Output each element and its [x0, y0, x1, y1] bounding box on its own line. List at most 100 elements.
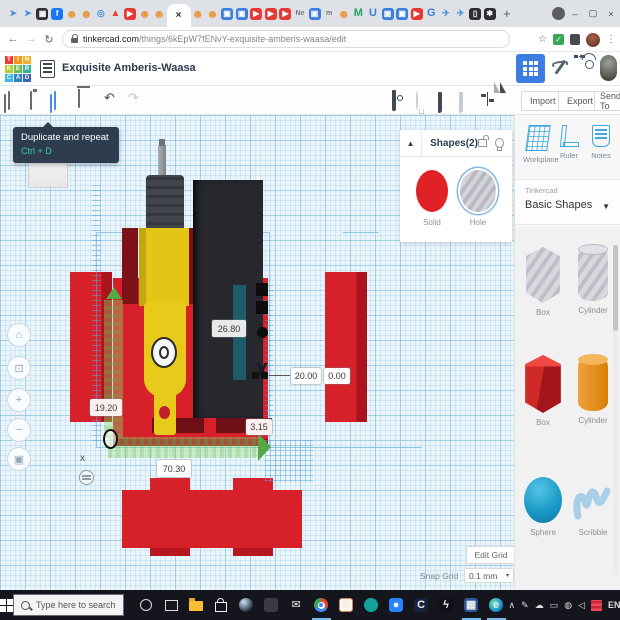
- tab-blue-app[interactable]: ▣: [234, 0, 249, 27]
- window-close-button[interactable]: ×: [602, 0, 620, 27]
- bookmark-star-icon[interactable]: ☆: [538, 34, 547, 45]
- back-button[interactable]: ←: [4, 33, 22, 45]
- tab-classroom-person[interactable]: ☻: [79, 0, 94, 27]
- move-handle[interactable]: [79, 470, 94, 485]
- tab-lightblue-app[interactable]: ✈: [453, 0, 468, 27]
- display-icon[interactable]: ▭: [550, 600, 559, 611]
- tab-youtube[interactable]: ▶: [249, 0, 264, 27]
- tab-blue-app[interactable]: ▣: [307, 0, 322, 27]
- meet-icon[interactable]: ●: [384, 590, 409, 620]
- browser-profile-icon[interactable]: [552, 7, 565, 20]
- show-all-shape-icon[interactable]: [392, 92, 396, 110]
- app-c-icon[interactable]: C: [409, 590, 434, 620]
- vertical-measure-band[interactable]: [104, 300, 123, 438]
- tab-dark-phone[interactable]: ▯: [468, 0, 483, 27]
- gallery-hole-cylinder[interactable]: Cylinder: [568, 247, 618, 315]
- extension-dark-icon[interactable]: [570, 34, 580, 45]
- home-view-button[interactable]: ⌂: [7, 323, 31, 347]
- design-menu-icon[interactable]: [40, 60, 55, 78]
- hole-swatch[interactable]: [460, 170, 496, 212]
- gallery-sphere[interactable]: Sphere: [518, 477, 568, 537]
- tab-office-grid[interactable]: ▦: [35, 0, 50, 27]
- window-minimize-button[interactable]: –: [566, 0, 584, 27]
- dimension-offset-input[interactable]: 20.00: [291, 368, 321, 384]
- tab-classroom-person[interactable]: ☻: [137, 0, 152, 27]
- undo-button[interactable]: ↶: [104, 90, 115, 106]
- new-tab-button[interactable]: +: [503, 6, 511, 21]
- delete-button[interactable]: [78, 90, 80, 108]
- redo-button[interactable]: ↷: [128, 90, 139, 106]
- workplane-view-button[interactable]: ▣: [7, 447, 31, 471]
- browser-menu-icon[interactable]: ⋮: [606, 34, 616, 45]
- store-icon[interactable]: [209, 590, 234, 620]
- notes-tool[interactable]: Notes: [586, 125, 616, 160]
- tab-blue-u[interactable]: U: [366, 0, 381, 27]
- scale-handle[interactable]: [252, 372, 259, 379]
- tray-red-app-icon[interactable]: [591, 600, 602, 611]
- reload-button[interactable]: ↻: [40, 33, 58, 46]
- snap-grid-dropdown[interactable]: 0.1 mm▾: [464, 568, 514, 583]
- teal-app-icon[interactable]: [359, 590, 384, 620]
- copy-button[interactable]: [8, 92, 10, 110]
- edge-icon[interactable]: e: [484, 590, 509, 620]
- bolt-app-icon[interactable]: ϟ: [434, 590, 459, 620]
- window-maximize-button[interactable]: ▢: [584, 0, 602, 27]
- tab-blue-app[interactable]: ▣: [380, 0, 395, 27]
- tinkercad-logo[interactable]: TINKERCAD: [5, 56, 31, 82]
- tab-blue-app[interactable]: ▣: [220, 0, 235, 27]
- tab-classroom-person[interactable]: ☻: [64, 0, 79, 27]
- tab-classroom-person[interactable]: ☻: [152, 0, 167, 27]
- dimension-height-input[interactable]: 26.80: [212, 320, 246, 337]
- bulb-icon[interactable]: [495, 138, 504, 148]
- model-right-red-panel[interactable]: [325, 272, 367, 422]
- start-button[interactable]: [0, 590, 13, 620]
- onedrive-icon[interactable]: ☁: [535, 600, 544, 611]
- tray-expand-icon[interactable]: ∧: [509, 600, 516, 611]
- zoom-out-button[interactable]: −: [7, 418, 31, 442]
- tab-youtube[interactable]: ▶: [264, 0, 279, 27]
- tab-youtube[interactable]: ▶: [409, 0, 424, 27]
- tab-youtube[interactable]: ▶: [278, 0, 293, 27]
- taskbar-search-input[interactable]: Type here to search: [13, 594, 124, 616]
- tab-blue-app[interactable]: ▣: [395, 0, 410, 27]
- model-gray-cylinder[interactable]: [146, 175, 184, 231]
- tab-classroom-person[interactable]: ☻: [191, 0, 206, 27]
- tab-google-g[interactable]: G: [424, 0, 439, 27]
- paste-button[interactable]: [30, 92, 32, 110]
- model-bottom-red-plate[interactable]: [122, 490, 302, 548]
- lock-icon[interactable]: [478, 139, 487, 147]
- duplicate-button[interactable]: [54, 92, 56, 110]
- tab-green-m[interactable]: M: [351, 0, 366, 27]
- task-view-icon[interactable]: [159, 590, 184, 620]
- network-icon[interactable]: ◍: [564, 600, 572, 611]
- gallery-red-box[interactable]: Box: [518, 355, 568, 427]
- workplane-tool[interactable]: Workplane: [523, 125, 553, 164]
- chrome-icon[interactable]: [309, 590, 334, 620]
- gallery-hole-box[interactable]: Box: [518, 247, 568, 317]
- tab-classroom-person[interactable]: ☻: [336, 0, 351, 27]
- tab-text-ne[interactable]: Ne: [293, 0, 308, 27]
- design-title[interactable]: Exquisite Amberis-Waasa: [62, 62, 196, 74]
- tab-tinkercad-active[interactable]: ×: [167, 4, 191, 27]
- 3d-design-mode-button[interactable]: [516, 54, 545, 83]
- dimension-zero-input[interactable]: 0.00: [324, 368, 350, 384]
- tab-youtube[interactable]: ▶: [123, 0, 138, 27]
- dark-app-icon[interactable]: [259, 590, 284, 620]
- model-yellow-box[interactable]: [139, 228, 189, 306]
- tab-lightblue-app[interactable]: ✈: [439, 0, 454, 27]
- tab-text-m[interactable]: m: [322, 0, 337, 27]
- dimension-width-input[interactable]: 70.30: [157, 460, 191, 477]
- forward-button[interactable]: →: [22, 33, 40, 45]
- gallery-scribble[interactable]: Scribble: [568, 479, 618, 537]
- volume-icon[interactable]: ◁: [578, 600, 585, 611]
- horizontal-measure-band[interactable]: [108, 437, 260, 458]
- collapse-panel-button[interactable]: ▲: [400, 130, 422, 156]
- extension-check-icon[interactable]: ✓: [553, 34, 564, 45]
- mail-icon[interactable]: ✉: [284, 590, 309, 620]
- url-field[interactable]: tinkercad.com/things/6kEpW7fENvY-exquisi…: [62, 30, 510, 48]
- tab-facebook[interactable]: f: [50, 0, 65, 27]
- tab-drive-a[interactable]: ▲: [108, 0, 123, 27]
- tab-pointer[interactable]: ➤: [21, 0, 36, 27]
- language-indicator[interactable]: ENG: [608, 600, 620, 610]
- zoom-in-button[interactable]: +: [7, 388, 31, 412]
